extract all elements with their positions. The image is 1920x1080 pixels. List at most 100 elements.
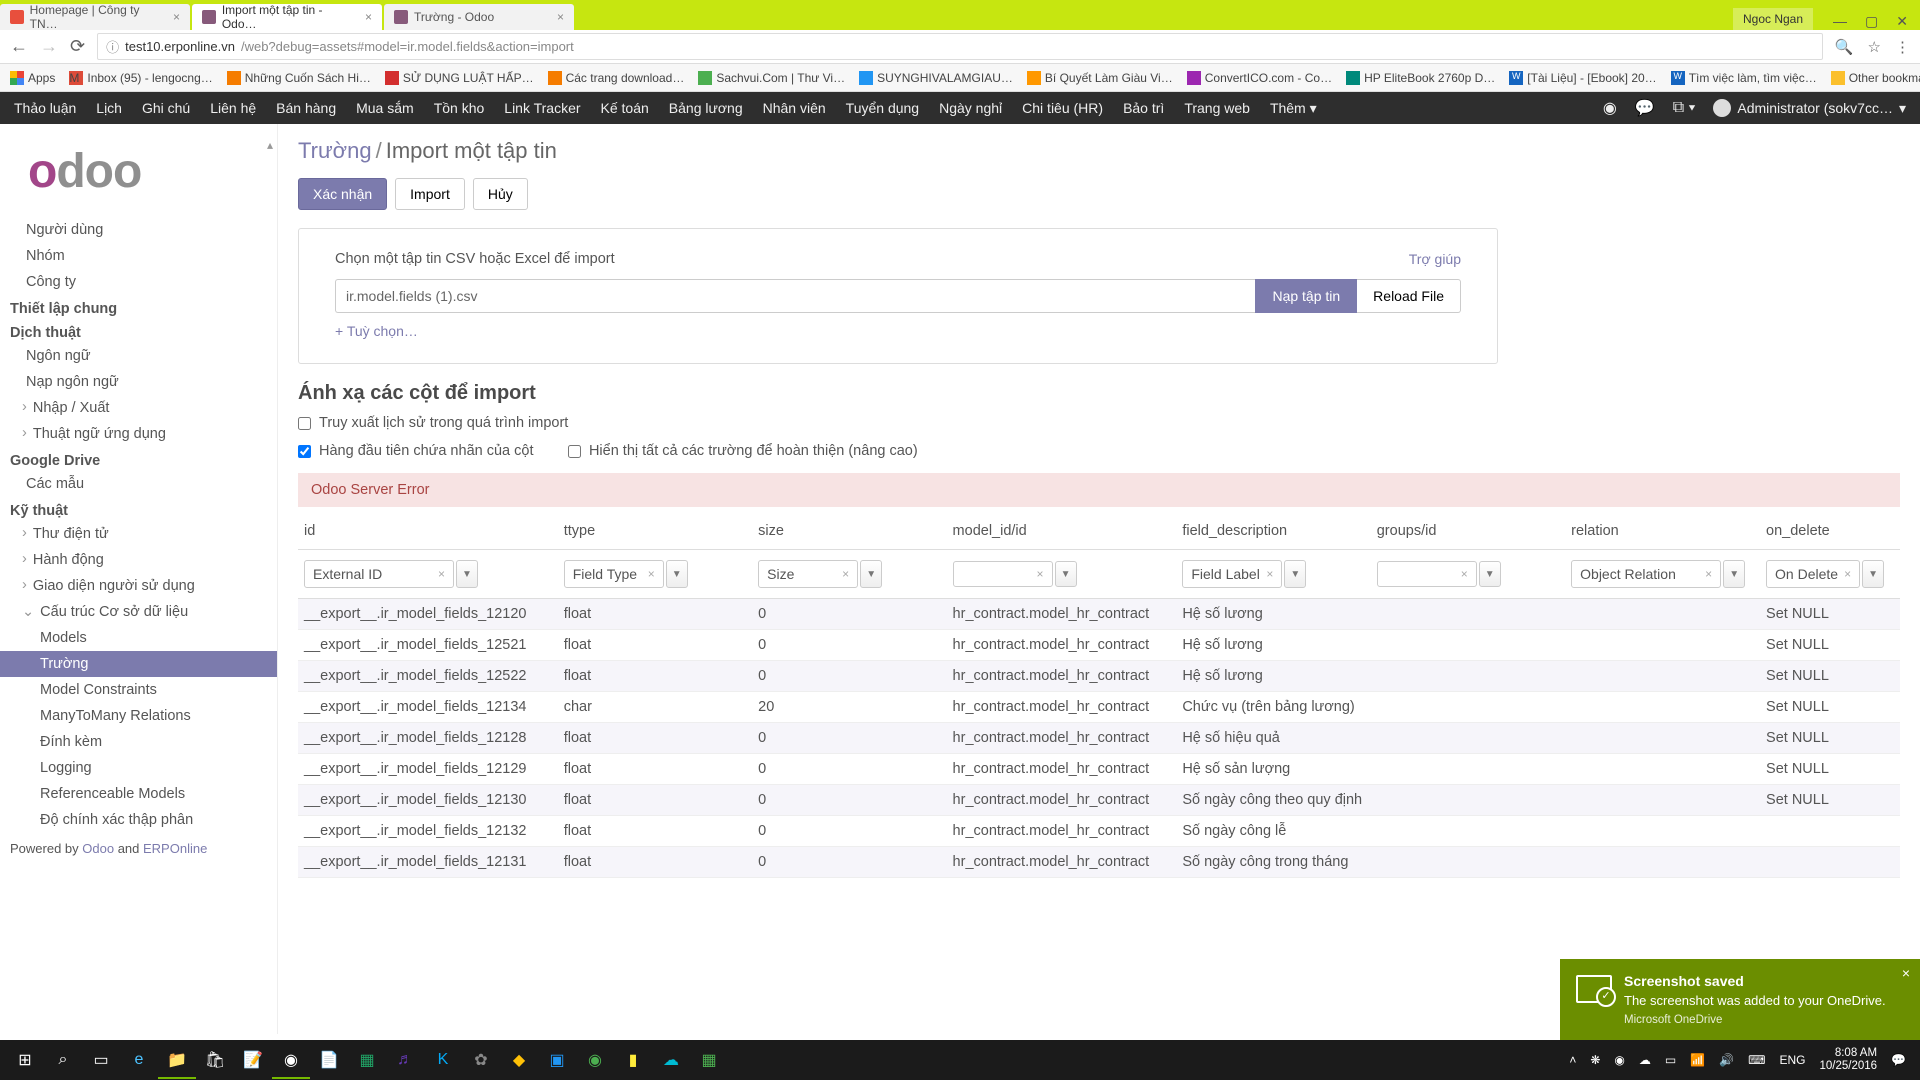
- sidebar-item-actions[interactable]: Hành động: [0, 547, 277, 573]
- bookmark-item[interactable]: WTìm việc làm, tìm việc…: [1671, 71, 1817, 85]
- chrome-icon[interactable]: ◉: [272, 1041, 310, 1079]
- breadcrumb-root[interactable]: Trường: [298, 138, 372, 163]
- back-icon[interactable]: ←: [10, 36, 28, 57]
- messages-icon[interactable]: 💬: [1635, 98, 1655, 118]
- bookmark-item[interactable]: SỬ DỤNG LUẬT HẤP…: [385, 71, 534, 85]
- onedrive-tray-icon[interactable]: ☁: [1639, 1053, 1651, 1067]
- volume-icon[interactable]: 🔊: [1719, 1053, 1734, 1067]
- sidebar-item-language[interactable]: Ngôn ngữ: [0, 343, 277, 369]
- task-view-icon[interactable]: ▭: [82, 1041, 120, 1079]
- sidebar-item-fields[interactable]: Trường: [0, 651, 277, 677]
- nav-item[interactable]: Tuyển dụng: [846, 100, 919, 116]
- bookmark-item[interactable]: Các trang download…: [548, 71, 685, 85]
- edge-icon[interactable]: e: [120, 1041, 158, 1079]
- chevron-down-icon[interactable]: ▼: [1055, 561, 1077, 587]
- clear-icon[interactable]: ×: [1461, 567, 1468, 581]
- app-icon[interactable]: ▦: [690, 1041, 728, 1079]
- field-selector-desc[interactable]: Field Label×: [1182, 560, 1282, 588]
- other-bookmarks[interactable]: Other bookmarks: [1831, 71, 1920, 85]
- import-button[interactable]: Import: [395, 178, 465, 210]
- sidebar-item-ref-models[interactable]: Referenceable Models: [0, 781, 277, 807]
- user-menu[interactable]: Administrator (sokv7cc… ▾: [1713, 99, 1906, 117]
- nav-item[interactable]: Link Tracker: [504, 100, 580, 116]
- info-icon[interactable]: ⓘ: [106, 37, 119, 56]
- clear-icon[interactable]: ×: [1844, 567, 1851, 581]
- keyboard-icon[interactable]: ⌨: [1748, 1053, 1765, 1067]
- clock[interactable]: 8:08 AM10/25/2016: [1819, 1047, 1877, 1073]
- zoom-icon[interactable]: 🔍: [1835, 38, 1854, 56]
- help-link[interactable]: Trợ giúp: [1409, 251, 1461, 267]
- ime-icon[interactable]: ENG: [1779, 1053, 1805, 1067]
- load-file-button[interactable]: Nạp tập tin: [1255, 279, 1357, 313]
- close-icon[interactable]: ×: [557, 10, 564, 24]
- url-input[interactable]: ⓘ test10.erponline.vn/web?debug=assets#m…: [97, 33, 1823, 60]
- sidebar-item-constraints[interactable]: Model Constraints: [0, 677, 277, 703]
- sticky-notes-icon[interactable]: ▮: [614, 1041, 652, 1079]
- app-icon[interactable]: ▣: [538, 1041, 576, 1079]
- tray-chevron-icon[interactable]: ˄: [1569, 1053, 1576, 1067]
- bookmark-item[interactable]: W[Tài Liệu] - [Ebook] 20…: [1509, 71, 1656, 85]
- close-icon[interactable]: ×: [1902, 965, 1910, 981]
- clear-icon[interactable]: ×: [1266, 567, 1273, 581]
- app-icon[interactable]: K: [424, 1041, 462, 1079]
- browser-tab-active[interactable]: Import một tập tin - Odo… ×: [192, 4, 382, 30]
- close-icon[interactable]: ✕: [1896, 13, 1908, 30]
- chevron-down-icon[interactable]: ▼: [1479, 561, 1501, 587]
- tray-icon[interactable]: ❋: [1590, 1053, 1600, 1067]
- browser-profile-button[interactable]: Ngoc Ngan: [1733, 8, 1813, 30]
- nav-item-more[interactable]: Thêm ▾: [1270, 100, 1317, 117]
- sidebar-item-company[interactable]: Công ty: [0, 269, 277, 295]
- battery-icon[interactable]: ▭: [1665, 1053, 1676, 1067]
- menu-icon[interactable]: ⋮: [1895, 38, 1910, 56]
- sidebar-item-load-language[interactable]: Nạp ngôn ngữ: [0, 369, 277, 395]
- sidebar-item-templates[interactable]: Các mẫu: [0, 471, 277, 497]
- clear-icon[interactable]: ×: [648, 567, 655, 581]
- history-checkbox[interactable]: [298, 417, 311, 430]
- notepadpp-icon[interactable]: 📝: [234, 1041, 272, 1079]
- start-button[interactable]: ⊞: [6, 1041, 44, 1079]
- nav-item[interactable]: Ghi chú: [142, 100, 190, 116]
- show-all-checkbox[interactable]: [568, 445, 581, 458]
- explorer-icon[interactable]: 📁: [158, 1041, 196, 1079]
- search-icon[interactable]: ⌕: [44, 1041, 82, 1079]
- minimize-icon[interactable]: —: [1833, 13, 1847, 30]
- close-icon[interactable]: ×: [365, 10, 372, 24]
- onedrive-notification[interactable]: × Screenshot saved The screenshot was ad…: [1560, 959, 1920, 1040]
- chevron-down-icon[interactable]: ▼: [456, 560, 478, 588]
- debug-icon[interactable]: ◉: [1603, 98, 1617, 118]
- bookmark-item[interactable]: SUYNGHIVALAMGIAU…: [859, 71, 1013, 85]
- odoo-link[interactable]: Odoo: [82, 841, 114, 856]
- activities-icon[interactable]: ⧉ ▾: [1673, 99, 1696, 117]
- app-icon[interactable]: ☁: [652, 1041, 690, 1079]
- nav-item[interactable]: Lịch: [96, 100, 122, 116]
- nav-item[interactable]: Bảng lương: [669, 100, 743, 116]
- bookmark-item[interactable]: HP EliteBook 2760p D…: [1346, 71, 1495, 85]
- excel-icon[interactable]: ▦: [348, 1041, 386, 1079]
- bookmark-item[interactable]: Những Cuốn Sách Hi…: [227, 71, 371, 85]
- chevron-down-icon[interactable]: ▼: [1284, 560, 1306, 588]
- nav-item[interactable]: Liên hệ: [210, 100, 256, 116]
- sidebar-item-users[interactable]: Người dùng: [0, 217, 277, 243]
- nav-item[interactable]: Trang web: [1184, 100, 1250, 116]
- nav-item[interactable]: Nhân viên: [763, 100, 826, 116]
- nav-item[interactable]: Thảo luận: [14, 100, 76, 116]
- star-icon[interactable]: ☆: [1868, 38, 1881, 56]
- erponline-link[interactable]: ERPOnline: [143, 841, 207, 856]
- file-name-input[interactable]: ir.model.fields (1).csv: [335, 279, 1255, 313]
- validate-button[interactable]: Xác nhận: [298, 178, 387, 210]
- reload-file-button[interactable]: Reload File: [1357, 279, 1461, 313]
- nav-item[interactable]: Tồn kho: [434, 100, 485, 116]
- clear-icon[interactable]: ×: [1705, 567, 1712, 581]
- tray-icon[interactable]: ◉: [1614, 1053, 1624, 1067]
- sidebar-item-app-terms[interactable]: Thuật ngữ ứng dụng: [0, 421, 277, 447]
- field-selector-relation[interactable]: Object Relation×: [1571, 560, 1721, 588]
- sidebar-item-models[interactable]: Models: [0, 625, 277, 651]
- wifi-icon[interactable]: 📶: [1690, 1053, 1705, 1067]
- bookmark-item[interactable]: MInbox (95) - lengocng…: [69, 71, 212, 85]
- chevron-down-icon[interactable]: ▼: [666, 560, 688, 588]
- maximize-icon[interactable]: ▢: [1865, 13, 1878, 30]
- clear-icon[interactable]: ×: [1037, 567, 1044, 581]
- sidebar-item-db-structure[interactable]: Cấu trúc Cơ sở dữ liệu: [0, 599, 277, 625]
- word-icon[interactable]: 📄: [310, 1041, 348, 1079]
- nav-item[interactable]: Ngày nghỉ: [939, 100, 1002, 116]
